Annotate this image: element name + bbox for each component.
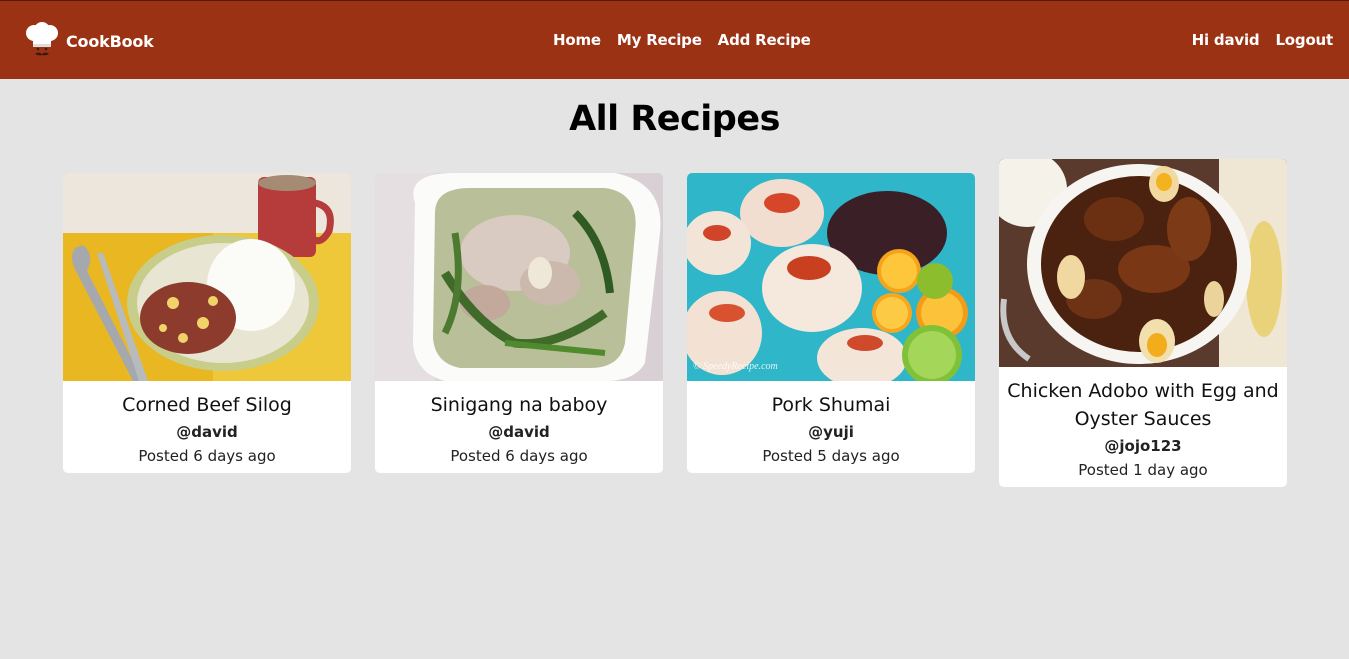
recipe-title[interactable]: Sinigang na baboy xyxy=(375,381,663,419)
recipe-card[interactable]: Corned Beef Silog @david Posted 6 days a… xyxy=(63,173,351,473)
pork-shumai-photo: © SpeedyRecipe.com xyxy=(687,173,975,381)
recipe-author: @david xyxy=(488,423,550,441)
photo-watermark: © SpeedyRecipe.com xyxy=(693,361,778,372)
recipe-card[interactable]: Sinigang na baboy @david Posted 6 days a… xyxy=(375,173,663,473)
recipe-posted-date: Posted 5 days ago xyxy=(762,447,900,465)
recipe-title[interactable]: Chicken Adobo with Egg and Oyster Sauces xyxy=(999,367,1287,433)
recipe-posted-date: Posted 6 days ago xyxy=(138,447,276,465)
recipe-title[interactable]: Pork Shumai xyxy=(687,381,975,419)
recipe-author: @jojo123 xyxy=(1104,437,1182,455)
brand-link[interactable]: CookBook xyxy=(24,22,154,59)
logout-link[interactable]: Logout xyxy=(1275,31,1333,49)
recipe-posted-date: Posted 6 days ago xyxy=(450,447,588,465)
chicken-adobo-photo xyxy=(999,159,1287,367)
corned-beef-silog-photo xyxy=(63,173,351,381)
recipe-posted-date: Posted 1 day ago xyxy=(1078,461,1208,479)
page-title: All Recipes xyxy=(569,99,780,139)
main-nav: Home My Recipe Add Recipe xyxy=(553,31,811,49)
recipe-author: @yuji xyxy=(808,423,854,441)
recipe-author: @david xyxy=(176,423,238,441)
nav-link-my-recipe[interactable]: My Recipe xyxy=(617,31,702,49)
recipe-title[interactable]: Corned Beef Silog xyxy=(63,381,351,419)
nav-link-home[interactable]: Home xyxy=(553,31,601,49)
navbar: CookBook Home My Recipe Add Recipe Hi da… xyxy=(0,0,1349,79)
nav-link-add-recipe[interactable]: Add Recipe xyxy=(718,31,811,49)
app-name: CookBook xyxy=(66,31,154,51)
user-greeting[interactable]: Hi david xyxy=(1192,31,1260,49)
recipe-card[interactable]: © SpeedyRecipe.com Pork Shumai @yuji Pos… xyxy=(687,173,975,473)
chef-hat-icon xyxy=(26,22,58,56)
user-nav: Hi david Logout xyxy=(1192,31,1334,49)
sinigang-photo xyxy=(375,173,663,381)
recipe-card[interactable]: Chicken Adobo with Egg and Oyster Sauces… xyxy=(999,159,1287,487)
